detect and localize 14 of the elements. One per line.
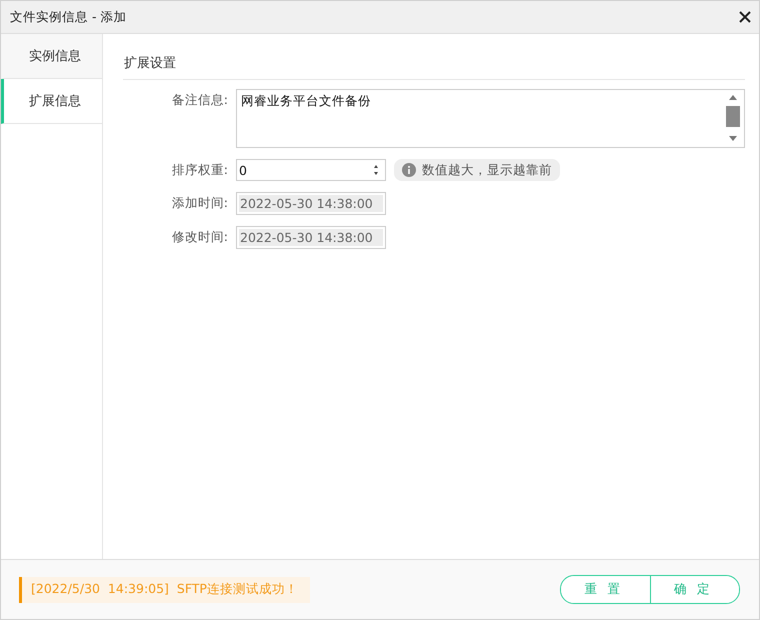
- section-title: 扩展设置: [123, 52, 745, 80]
- number-field[interactable]: 0: [236, 159, 386, 181]
- sidebar-tab[interactable]: 扩展信息: [1, 79, 102, 124]
- field-label: 修改时间:: [170, 228, 228, 246]
- field-label: 排序权重:: [170, 161, 228, 179]
- close-icon[interactable]: [739, 11, 751, 23]
- window-title: 文件实例信息 - 添加: [10, 8, 126, 26]
- status-message: [2022/5/30 14:39:05] SFTP连接测试成功！: [19, 576, 310, 602]
- sidebar-tab[interactable]: 实例信息: [1, 34, 102, 79]
- hint-text: 数值越大，显示越靠前: [422, 162, 552, 178]
- field-label: 备注信息:: [170, 91, 228, 109]
- info-icon: [402, 163, 416, 177]
- field-label: 添加时间:: [170, 194, 228, 212]
- notes-field[interactable]: 网睿业务平台文件备份: [236, 89, 745, 148]
